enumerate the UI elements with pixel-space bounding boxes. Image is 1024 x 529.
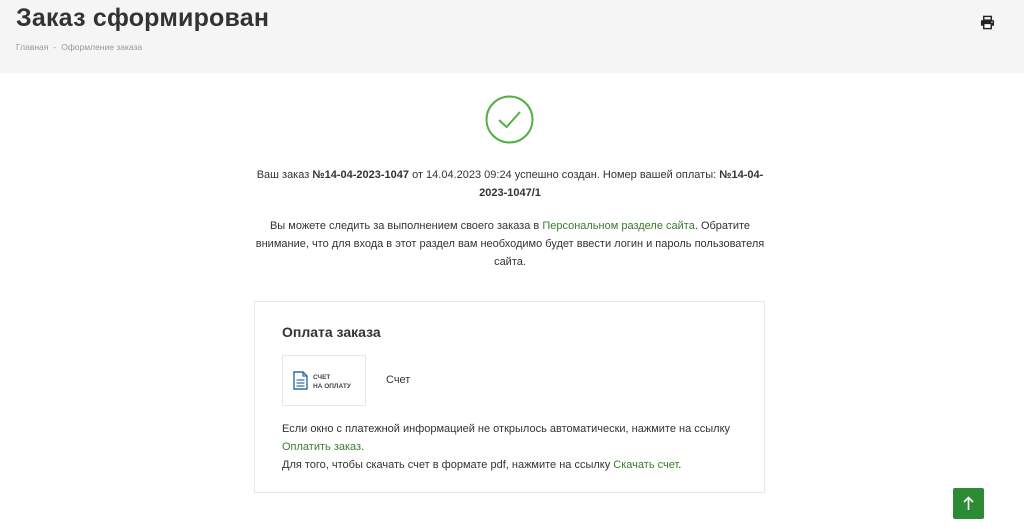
breadcrumb-item-checkout[interactable]: Оформление заказа (61, 42, 142, 52)
order-number: №14-04-2023-1047 (312, 169, 410, 181)
pay-order-link[interactable]: Оплатить заказ (282, 441, 361, 453)
check-circle-icon (485, 95, 534, 144)
page-header: Заказ сформирован Главная - Оформление зак… (0, 0, 1024, 73)
download-invoice-link[interactable]: Скачать счет (613, 459, 678, 471)
scroll-to-top-button[interactable] (953, 488, 984, 519)
document-icon (293, 371, 308, 390)
page-title: Заказ сформирован (16, 4, 270, 32)
printer-icon[interactable] (980, 15, 995, 30)
breadcrumb-separator: - (53, 42, 57, 52)
payment-card: Оплата заказа СЧЕТ НА ОПЛАТУ Счет Если о… (254, 301, 765, 493)
payment-method-label: Счет (386, 374, 411, 386)
breadcrumb-item-home[interactable]: Главная (16, 42, 48, 52)
personal-section-link[interactable]: Персональном разделе сайта (542, 220, 695, 232)
payment-title: Оплата заказа (282, 324, 381, 340)
order-tracking-text: Вы можете следить за выполнением своего … (255, 220, 765, 268)
payment-method-tile-text: СЧЕТ НА ОПЛАТУ (313, 374, 351, 390)
arrow-up-icon (963, 496, 974, 510)
breadcrumb: Главная - Оформление заказа (16, 42, 142, 52)
payment-method-invoice[interactable]: СЧЕТ НА ОПЛАТУ (282, 355, 366, 406)
payment-note: Если окно с платежной информацией не отк… (282, 423, 731, 471)
order-confirmation-text: Ваш заказ №14-04-2023-1047 от 14.04.2023… (256, 169, 764, 199)
